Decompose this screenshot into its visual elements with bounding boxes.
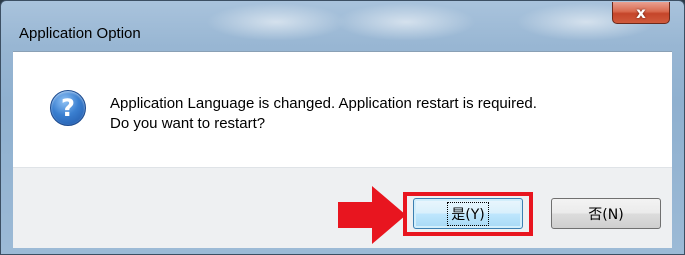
- message-line: Do you want to restart?: [110, 115, 266, 132]
- question-icon: ?: [50, 90, 86, 126]
- title-bar: Application Option x: [1, 1, 684, 47]
- message-area: ? Application Language is changed. Appli…: [13, 51, 672, 168]
- title-bar-glow: [336, 3, 476, 41]
- yes-button[interactable]: 是(Y): [413, 198, 523, 229]
- title-bar-glow: [206, 3, 346, 41]
- button-bar: 是(Y) 否(N): [13, 167, 672, 248]
- red-arrow-annotation: [338, 186, 406, 244]
- message-text: Application Language is changed. Applica…: [110, 94, 537, 134]
- close-icon: x: [636, 3, 646, 22]
- close-button[interactable]: x: [612, 2, 670, 24]
- dialog-title: Application Option: [19, 25, 141, 42]
- no-button-label: 否(N): [588, 206, 624, 223]
- yes-button-label: 是(Y): [447, 201, 489, 226]
- dialog-window: Application Option x ? Application Langu…: [0, 0, 685, 255]
- message-line: Application Language is changed. Applica…: [110, 95, 537, 112]
- no-button[interactable]: 否(N): [551, 198, 661, 229]
